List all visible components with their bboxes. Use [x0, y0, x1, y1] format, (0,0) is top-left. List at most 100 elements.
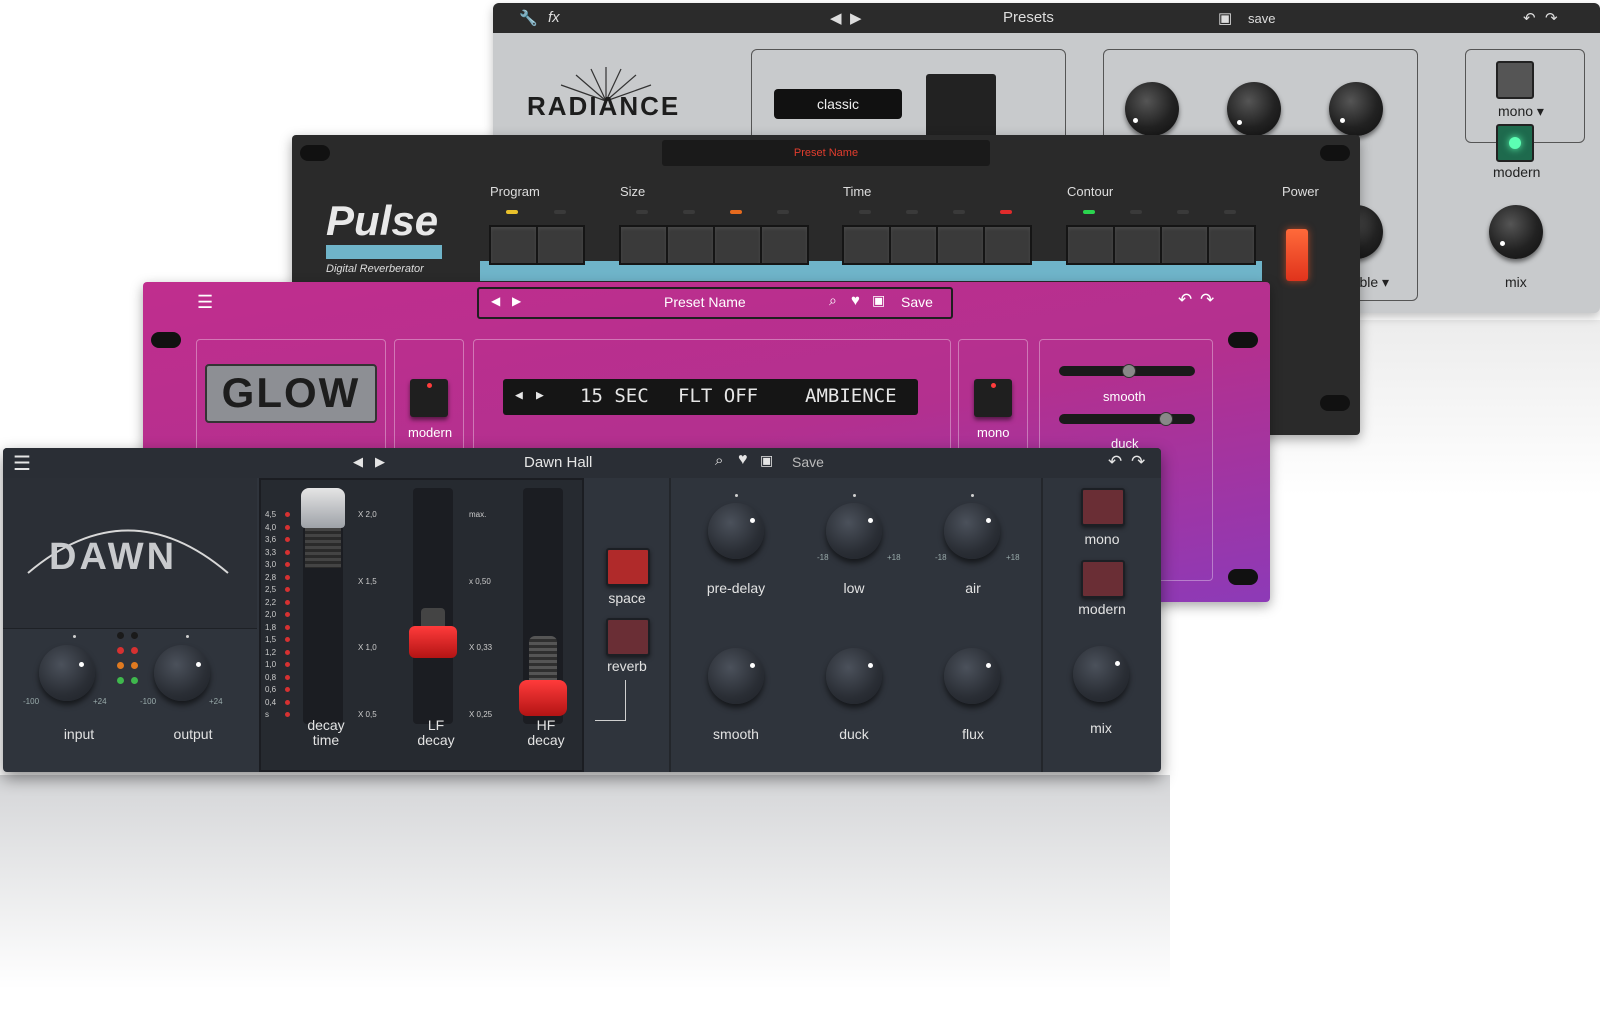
prev-preset-icon[interactable]: ◀: [830, 9, 842, 27]
time-button[interactable]: [889, 225, 938, 265]
input-knob[interactable]: [39, 645, 95, 701]
random-icon[interactable]: ▣: [872, 292, 885, 309]
undo-icon[interactable]: ↶: [1523, 9, 1536, 27]
dawn-logo-section: DAWN: [3, 478, 257, 628]
lf-decay-fader[interactable]: [409, 626, 457, 658]
size-button[interactable]: [760, 225, 809, 265]
meter-led: [285, 687, 290, 692]
duck-slider[interactable]: [1059, 412, 1195, 426]
low-knob[interactable]: [826, 503, 882, 559]
dawn-preset-name[interactable]: Dawn Hall: [524, 454, 592, 471]
duck-knob[interactable]: [826, 648, 882, 704]
glow-preset-name[interactable]: Preset Name: [664, 294, 746, 310]
smooth-slider-handle[interactable]: [1122, 364, 1136, 378]
next-preset-icon[interactable]: ▶: [850, 9, 862, 27]
size-button[interactable]: [619, 225, 668, 265]
size-button[interactable]: [713, 225, 762, 265]
radiance-knob-2[interactable]: [1227, 82, 1281, 136]
preset-display[interactable]: classic: [774, 89, 902, 119]
smooth-knob[interactable]: [708, 648, 764, 704]
mono-label[interactable]: mono ▾: [1498, 103, 1544, 120]
meter-led: [285, 562, 290, 567]
redo-icon[interactable]: ↷: [1545, 9, 1558, 27]
scale-tick-label: 2,8: [265, 572, 277, 582]
contour-button[interactable]: [1066, 225, 1115, 265]
next-mode-icon[interactable]: ▶: [536, 388, 544, 403]
reverb-button[interactable]: [606, 618, 650, 656]
switch-unit[interactable]: [926, 74, 996, 139]
meter-led: [285, 512, 290, 517]
meter-led: [285, 662, 290, 667]
hf-decay-fader[interactable]: [519, 680, 567, 716]
modern-toggle[interactable]: [1496, 124, 1534, 162]
output-knob[interactable]: [154, 645, 210, 701]
search-icon[interactable]: ⌕: [715, 452, 723, 469]
radiance-knob-air[interactable]: [1329, 82, 1383, 136]
menu-icon[interactable]: ☰: [13, 451, 31, 476]
prev-preset-icon[interactable]: ◀: [491, 294, 500, 308]
contour-button[interactable]: [1160, 225, 1209, 265]
time-button[interactable]: [936, 225, 985, 265]
pre-delay-knob[interactable]: [708, 503, 764, 559]
next-preset-icon[interactable]: ▶: [375, 454, 385, 470]
size-led: [730, 210, 742, 214]
save-button[interactable]: save: [1248, 11, 1275, 26]
air-knob[interactable]: [944, 503, 1000, 559]
scale-tick-label: x 0,50: [469, 576, 491, 586]
size-led: [636, 210, 648, 214]
presets-label[interactable]: Presets: [1003, 9, 1054, 26]
tick-dot: [971, 494, 974, 497]
decay-time-fader[interactable]: [301, 488, 345, 528]
save-button[interactable]: Save: [901, 294, 933, 310]
prev-mode-icon[interactable]: ◀: [515, 388, 523, 403]
redo-icon[interactable]: ↷: [1200, 290, 1214, 310]
mono-toggle[interactable]: [1496, 61, 1534, 99]
contour-button[interactable]: [1113, 225, 1162, 265]
space-button[interactable]: [606, 548, 650, 586]
save-icon[interactable]: ▣: [1218, 9, 1232, 27]
pulse-logo: Pulse: [326, 197, 439, 244]
radiance-knob-1[interactable]: [1125, 82, 1179, 136]
io-led-meter: [117, 632, 147, 692]
undo-icon[interactable]: ↶: [1108, 452, 1122, 472]
contour-button[interactable]: [1207, 225, 1256, 265]
undo-icon[interactable]: ↶: [1178, 290, 1192, 310]
air-min: -18: [935, 553, 947, 562]
program-button[interactable]: [489, 225, 538, 265]
divider: [1041, 478, 1043, 772]
random-icon[interactable]: ▣: [760, 452, 773, 469]
scale-tick-label: X 0,33: [469, 643, 493, 653]
radiance-knob-mix[interactable]: [1489, 205, 1543, 259]
time-button[interactable]: [983, 225, 1032, 265]
smooth-slider[interactable]: [1059, 364, 1195, 378]
divider: [669, 478, 671, 772]
menu-icon[interactable]: ☰: [197, 292, 213, 313]
size-button[interactable]: [666, 225, 715, 265]
scale-tick-label: X 2,0: [358, 510, 377, 519]
wrench-icon[interactable]: 🔧: [519, 9, 538, 27]
program-button[interactable]: [536, 225, 585, 265]
time-button[interactable]: [842, 225, 891, 265]
meter-led: [285, 599, 290, 605]
save-button[interactable]: Save: [792, 454, 824, 470]
prev-preset-icon[interactable]: ◀: [353, 454, 363, 470]
heart-icon[interactable]: ♥: [851, 292, 860, 309]
redo-icon[interactable]: ↷: [1131, 452, 1145, 472]
search-icon[interactable]: ⌕: [829, 292, 837, 309]
fx-button[interactable]: fx: [548, 9, 560, 26]
meter-led: [285, 699, 290, 705]
flux-knob[interactable]: [944, 648, 1000, 704]
heart-icon[interactable]: ♥: [738, 451, 748, 469]
next-preset-icon[interactable]: ▶: [512, 294, 521, 308]
modern-toggle[interactable]: [410, 379, 448, 417]
mono-button[interactable]: [1081, 488, 1125, 526]
mix-knob[interactable]: [1073, 646, 1129, 702]
tick-dot: [186, 635, 189, 638]
pulse-preset-name[interactable]: Preset Name: [662, 140, 990, 166]
power-switch[interactable]: [1286, 229, 1308, 281]
duck-slider-handle[interactable]: [1159, 412, 1173, 426]
modern-button[interactable]: [1081, 560, 1125, 598]
mono-toggle[interactable]: [974, 379, 1012, 417]
meter-led: [285, 612, 290, 617]
dawn-plugin: ☰ ◀ ▶ Dawn Hall ⌕ ♥ ▣ Save ↶ ↷ DAWN -100…: [3, 448, 1161, 772]
